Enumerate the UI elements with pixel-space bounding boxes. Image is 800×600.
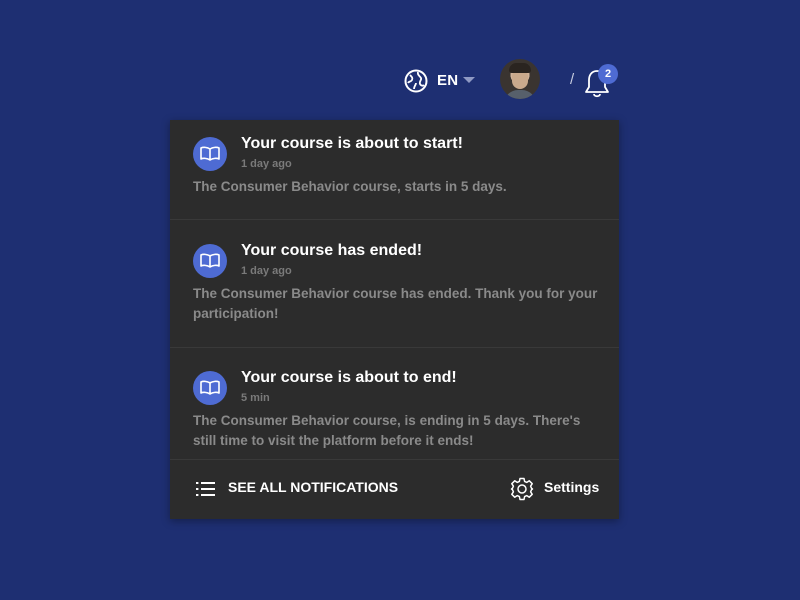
notifications-footer: SEE ALL NOTIFICATIONS Settings (170, 459, 619, 519)
notification-time: 1 day ago (241, 158, 292, 170)
separator: / (570, 71, 575, 88)
notification-message: The Consumer Behavior course, starts in … (193, 179, 507, 194)
avatar-hair (509, 63, 531, 73)
notification-message: The Consumer Behavior course has ended. … (193, 286, 598, 321)
gear-icon (510, 477, 534, 501)
notification-item[interactable]: Your course has ended! 1 day ago The Con… (170, 220, 619, 348)
see-all-label: SEE ALL NOTIFICATIONS (228, 479, 399, 495)
notifications-panel: Your course is about to start! 1 day ago… (170, 120, 619, 519)
globe-icon[interactable] (404, 69, 428, 93)
notification-item[interactable]: Your course is about to start! 1 day ago… (170, 120, 619, 220)
notification-title: Your course has ended! (241, 242, 423, 259)
top-bar: EN / 2 (400, 59, 630, 101)
settings-label: Settings (544, 479, 600, 495)
notification-title: Your course is about to start! (241, 135, 463, 152)
book-icon (193, 137, 227, 171)
language-selector[interactable]: EN (437, 72, 458, 89)
list-icon (196, 482, 215, 496)
notification-title: Your course is about to end! (241, 369, 457, 386)
avatar[interactable] (500, 59, 540, 99)
chevron-down-icon[interactable] (463, 77, 475, 83)
notification-message: The Consumer Behavior course, is ending … (193, 413, 581, 448)
notification-time: 5 min (241, 392, 270, 404)
notification-item[interactable]: Your course is about to end! 5 min The C… (170, 348, 619, 459)
notification-count-badge: 2 (598, 64, 618, 84)
book-icon (193, 371, 227, 405)
book-icon (193, 244, 227, 278)
settings-link[interactable]: Settings (510, 476, 610, 502)
avatar-shirt (504, 90, 536, 99)
notification-time: 1 day ago (241, 265, 292, 277)
